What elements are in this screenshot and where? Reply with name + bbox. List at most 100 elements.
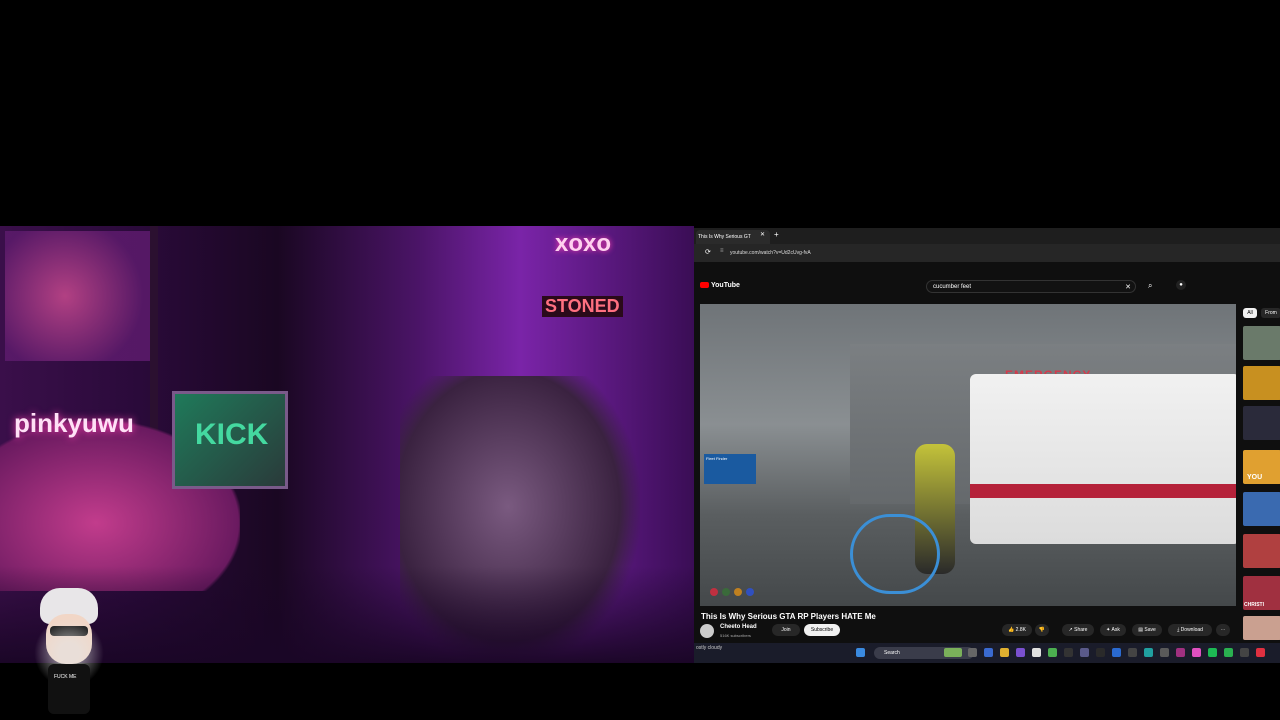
recommended-thumbnail[interactable] — [1243, 492, 1280, 526]
new-tab-button[interactable]: + — [774, 230, 779, 239]
thumbnail-text: CHRISTI — [1244, 602, 1264, 608]
app-icon[interactable] — [1016, 648, 1025, 657]
search-icon[interactable]: ⌕ — [1148, 281, 1152, 291]
search-input[interactable]: cucumber feet ✕ — [926, 280, 1136, 293]
save-icon: ▤ — [1138, 627, 1143, 633]
youtube-logo-icon — [700, 282, 709, 289]
chip-all[interactable]: All — [1243, 308, 1257, 318]
app-icon[interactable] — [1064, 648, 1073, 657]
tab-bar: This Is Why Serious GT ✕ + — [694, 228, 1280, 244]
ask-button[interactable]: ✦ Ask — [1100, 624, 1126, 636]
dislike-button[interactable]: 👎 — [1035, 624, 1049, 636]
app-icon[interactable] — [1096, 648, 1105, 657]
recommended-thumbnail[interactable]: CHRISTI — [1243, 576, 1280, 610]
download-label: Download — [1180, 627, 1203, 633]
recommended-thumbnail[interactable] — [1243, 366, 1280, 400]
app-icon[interactable] — [1224, 648, 1233, 657]
app-icon[interactable] — [1144, 648, 1153, 657]
windows-taskbar: ostly cloudy Search — [694, 643, 1280, 663]
thumbnail-text: YOU — [1247, 474, 1263, 481]
channel-row: Cheeto Head 516K subscribers Join Subscr… — [700, 624, 1240, 640]
subscriber-count: 516K subscribers — [720, 633, 751, 638]
recommended-thumbnail[interactable] — [1243, 406, 1280, 440]
youtube-logo[interactable]: YouTube — [700, 282, 740, 289]
video-overlay-text: Fleet Finder — [706, 456, 728, 461]
browser-window: This Is Why Serious GT ✕ + ⟳ ≡ youtube.c… — [694, 228, 1280, 662]
tab-title: This Is Why Serious GT — [698, 234, 751, 240]
taskbar-search-label: Search — [884, 650, 900, 656]
app-icon[interactable] — [1192, 648, 1201, 657]
url-text[interactable]: youtube.com/watch?v=Ud2cUvg-fvA — [730, 248, 1150, 258]
app-icon[interactable] — [1240, 648, 1249, 657]
neon-sign-pinkyuwu: pinkyuwu — [14, 408, 134, 438]
avatar-shirt-text: FUCK ME — [54, 674, 77, 680]
save-button[interactable]: ▤ Save — [1132, 624, 1162, 636]
save-label: Save — [1144, 627, 1156, 633]
tab-close-icon[interactable]: ✕ — [760, 231, 765, 238]
like-icon: 👍 — [1008, 627, 1015, 633]
app-icon[interactable] — [1080, 648, 1089, 657]
recommended-thumbnail[interactable]: YOU — [1243, 450, 1280, 484]
spotify-icon[interactable] — [1208, 648, 1217, 657]
video-title: This Is Why Serious GTA RP Players HATE … — [701, 612, 876, 621]
chrome-icon[interactable] — [1048, 648, 1057, 657]
task-view-icon[interactable] — [968, 648, 977, 657]
recommended-thumbnail[interactable] — [1243, 616, 1280, 640]
avatar-shirt: FUCK ME — [48, 664, 90, 714]
hud-armor-icon — [722, 588, 730, 596]
recommendations-sidebar: All From YOU CHRISTI — [1241, 304, 1280, 644]
kick-sign: KICK — [172, 391, 288, 489]
more-actions-button[interactable]: ⋯ — [1216, 624, 1230, 636]
hud-heart-icon — [710, 588, 718, 596]
share-label: Share — [1074, 627, 1088, 633]
neon-sign-stoned: STONED — [542, 296, 623, 317]
video-player[interactable]: EMERGENCY Fleet Finder — [700, 304, 1236, 606]
video-ambulance — [970, 374, 1236, 544]
app-icon[interactable] — [1256, 648, 1265, 657]
weather-widget[interactable]: ostly cloudy — [696, 645, 722, 651]
file-explorer-icon[interactable] — [1000, 648, 1009, 657]
app-icon[interactable] — [1176, 648, 1185, 657]
app-icon[interactable] — [984, 648, 993, 657]
video-ambulance-stripe — [970, 484, 1236, 498]
ask-icon: ✦ — [1106, 627, 1111, 633]
tab-youtube[interactable]: This Is Why Serious GT — [696, 230, 770, 244]
channel-name[interactable]: Cheeto Head — [720, 624, 757, 630]
hud-water-icon — [746, 588, 754, 596]
download-icon: ⤓ — [1177, 627, 1180, 633]
chip-from[interactable]: From — [1261, 308, 1280, 318]
address-bar: ⟳ ≡ youtube.com/watch?v=Ud2cUvg-fvA — [694, 244, 1280, 262]
reload-icon[interactable]: ⟳ — [705, 248, 711, 256]
windows-start-icon[interactable] — [856, 648, 865, 657]
wall-art — [5, 231, 155, 361]
kick-sign-text: KICK — [195, 418, 269, 451]
like-count: 2.8K — [1015, 627, 1026, 633]
video-hud-icons — [710, 588, 768, 598]
neon-sign-xoxo: xoxo — [555, 230, 612, 257]
join-button[interactable]: Join — [772, 624, 800, 636]
video-overlay-card: Fleet Finder — [704, 454, 756, 484]
search-value: cucumber feet — [933, 284, 972, 290]
clear-search-icon[interactable]: ✕ — [1125, 281, 1131, 294]
search-highlight-icon[interactable] — [944, 648, 962, 657]
site-info-icon[interactable]: ≡ — [720, 248, 724, 254]
share-icon: ↗ — [1068, 627, 1073, 633]
video-bike — [850, 514, 940, 594]
subscribe-button[interactable]: Subscribe — [804, 624, 840, 636]
youtube-logo-text: YouTube — [711, 282, 740, 289]
hud-food-icon — [734, 588, 742, 596]
share-button[interactable]: ↗ Share — [1062, 624, 1094, 636]
like-button[interactable]: 👍 2.8K — [1002, 624, 1032, 636]
app-icon[interactable] — [1032, 648, 1041, 657]
app-icon[interactable] — [1112, 648, 1121, 657]
youtube-header: YouTube cucumber feet ✕ ⌕ ● — [694, 276, 1280, 298]
app-icon[interactable] — [1160, 648, 1169, 657]
ask-label: Ask — [1111, 627, 1120, 633]
recommended-thumbnail[interactable] — [1243, 534, 1280, 568]
microphone-icon[interactable]: ● — [1176, 280, 1186, 290]
channel-avatar[interactable] — [700, 624, 714, 638]
download-button[interactable]: ⤓ Download — [1168, 624, 1212, 636]
recommended-thumbnail[interactable] — [1243, 326, 1280, 360]
streamer-avatar: FUCK ME — [18, 588, 118, 720]
app-icon[interactable] — [1128, 648, 1137, 657]
